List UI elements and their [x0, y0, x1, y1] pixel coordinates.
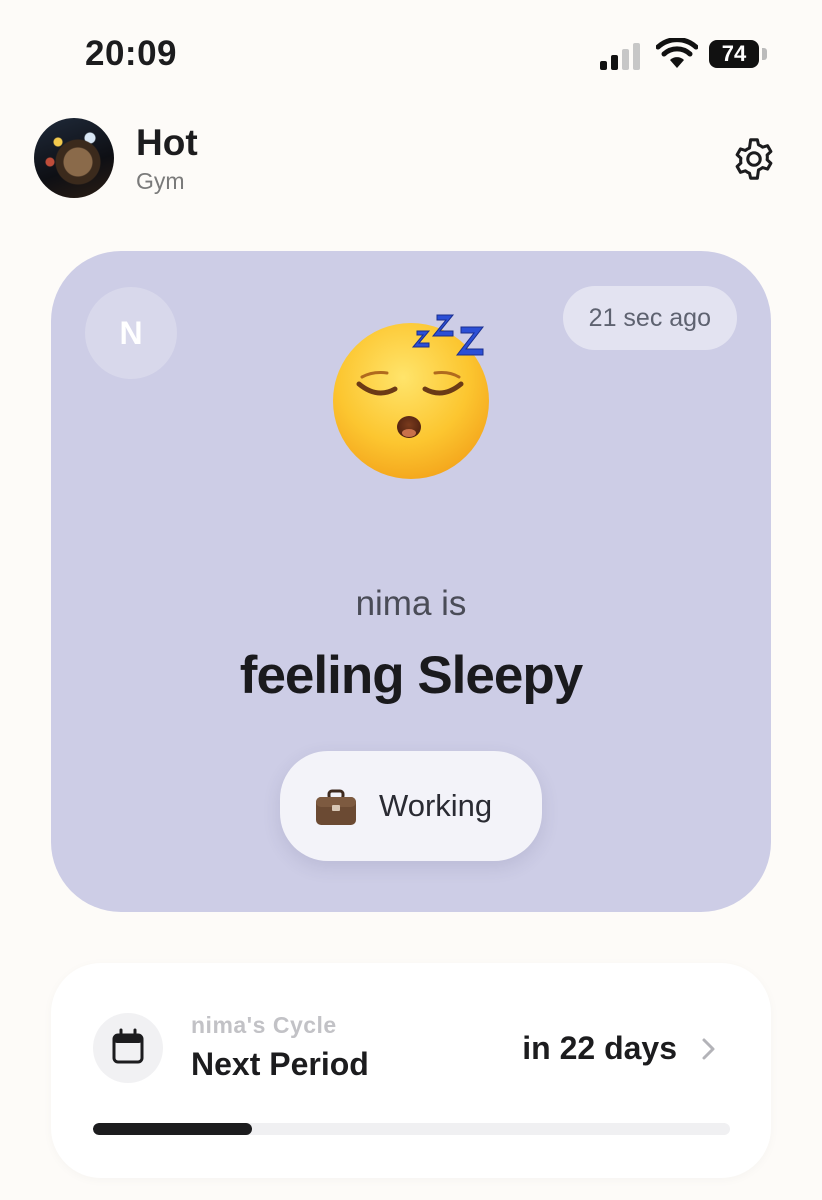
cycle-progress-fill — [93, 1123, 253, 1135]
cellular-signal-icon — [600, 42, 644, 70]
sleeping-face-icon — [333, 314, 489, 479]
battery-indicator: 74 — [709, 40, 759, 68]
briefcase-icon — [316, 789, 356, 825]
activity-chip[interactable]: Working — [280, 751, 542, 861]
calendar-icon — [112, 1028, 144, 1064]
cycle-owner-label: nima's Cycle — [191, 1012, 337, 1038]
cycle-title: Next Period — [191, 1046, 369, 1082]
activity-label: Working — [379, 788, 493, 823]
friend-initial-avatar[interactable]: N — [85, 287, 177, 379]
cycle-countdown: in 22 days — [522, 1030, 677, 1066]
mood-card[interactable]: N 21 sec ago nima is feeling Sleepy Work… — [51, 251, 771, 912]
mood-subject: nima is — [355, 584, 467, 623]
wifi-icon — [656, 38, 698, 68]
cycle-progress-bar — [93, 1123, 730, 1135]
status-time: 20:09 — [85, 34, 178, 73]
calendar-icon-badge — [93, 1013, 163, 1083]
profile-subtitle: Gym — [136, 168, 185, 194]
battery-cap — [762, 48, 767, 60]
gear-icon[interactable] — [731, 136, 777, 182]
avatar[interactable] — [34, 118, 114, 198]
time-ago-badge: 21 sec ago — [562, 286, 737, 350]
status-bar: 20:09 74 — [0, 0, 822, 110]
profile-name: Hot — [136, 122, 198, 163]
mood-status: feeling Sleepy — [239, 646, 583, 705]
chevron-right-icon[interactable] — [701, 1037, 717, 1061]
cycle-card[interactable]: nima's Cycle Next Period in 22 days — [51, 963, 771, 1178]
